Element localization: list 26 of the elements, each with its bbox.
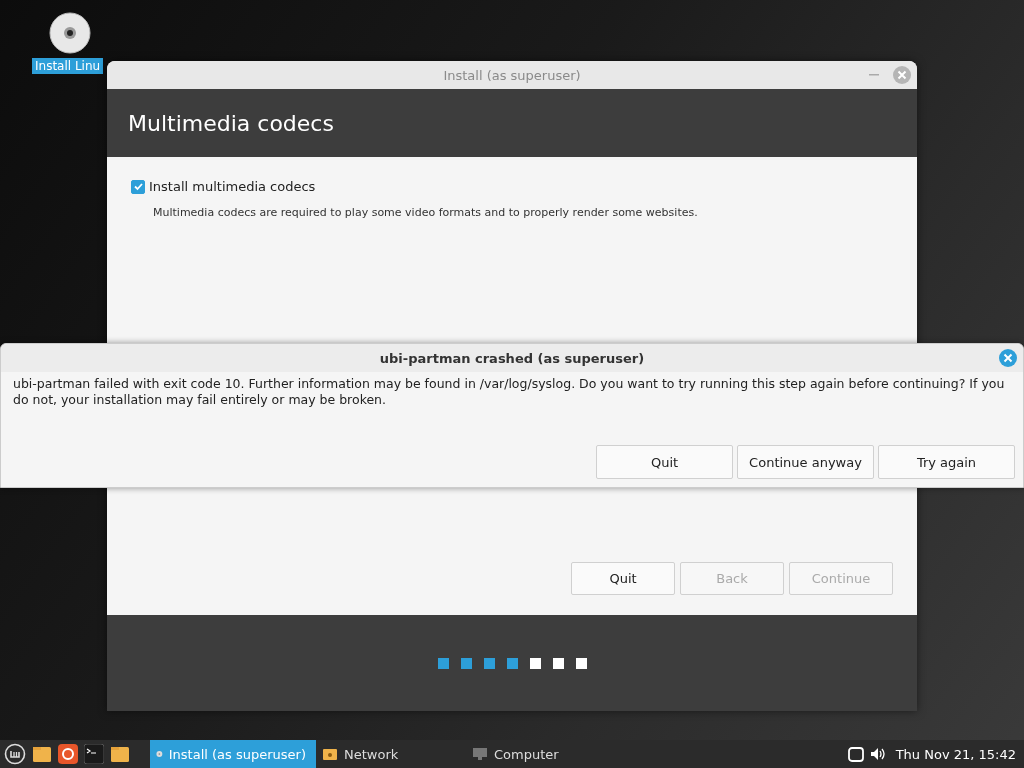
mint-logo-icon[interactable]	[4, 743, 26, 765]
folder-icon	[322, 746, 338, 762]
terminal-icon[interactable]	[84, 744, 104, 764]
folder-icon[interactable]	[110, 744, 130, 764]
dialog-button[interactable]: Try again	[878, 445, 1015, 479]
speaker-icon[interactable]	[869, 746, 886, 762]
error-message: ubi-partman failed with exit code 10. Further information may be found in /var/log/syslog. Do you want to try running this step again before continuing? If you do not, your installation may fail entirely or may be broken.	[12, 375, 1006, 408]
dialog-button[interactable]: Quit	[596, 445, 733, 479]
taskbar-button[interactable]: Network	[316, 740, 466, 768]
checkbox[interactable]	[131, 179, 145, 194]
checkbox-label: Install multimedia codecs	[149, 179, 316, 194]
window-button[interactable]: Quit	[571, 562, 675, 595]
window-title: Install (as superuser)	[443, 67, 581, 83]
square-icon[interactable]	[847, 746, 864, 762]
disc-icon[interactable]	[49, 12, 91, 54]
description-text: Multimedia codecs are required to play some video formats and to properly render some websites.	[153, 206, 699, 219]
taskbar-button[interactable]: Computer	[466, 740, 616, 768]
check-icon	[132, 181, 144, 192]
folder-icon[interactable]	[32, 744, 52, 764]
close-icon[interactable]	[999, 349, 1017, 367]
dialog-button[interactable]: Continue anyway	[737, 445, 874, 479]
dialog-title: ubi-partman crashed (as superuser)	[379, 350, 645, 366]
monitor-icon	[472, 746, 488, 762]
circle-app-icon[interactable]	[58, 744, 78, 764]
page-heading: Multimedia codecs	[128, 110, 334, 136]
clock[interactable]: Thu Nov 21, 15:42	[895, 746, 1016, 762]
